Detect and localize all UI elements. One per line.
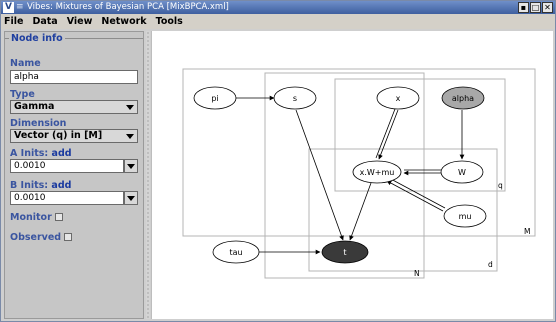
dimension-select-value: Vector (q) in [M] [14, 130, 103, 141]
chevron-down-icon [126, 105, 134, 110]
b-inits-label: B Inits: add [10, 180, 71, 191]
b-inits-add-link[interactable]: add [51, 180, 71, 191]
window-menu-icon[interactable]: ≡ [16, 1, 24, 14]
node-s-label: s [293, 94, 297, 103]
window-title: Vibes: Mixtures of Bayesian PCA [MixBPCA… [27, 2, 229, 12]
menu-file[interactable]: File [4, 16, 23, 27]
node-mu-label: mu [459, 212, 472, 221]
chevron-down-icon [127, 164, 135, 169]
monitor-row: Monitor [10, 212, 63, 223]
network-canvas[interactable]: M N q d pi s x alpha x.W+mu W mu tau t [151, 31, 553, 319]
name-field[interactable]: alpha [10, 70, 138, 84]
node-t-label: t [343, 248, 346, 257]
network-graph: M N q d pi s x alpha x.W+mu W mu tau t [182, 68, 536, 279]
panel-splitter[interactable] [146, 31, 150, 319]
plate-q-label: q [498, 181, 503, 190]
node-x-label: x [396, 94, 401, 103]
edge-x-xwmu-b [378, 109, 399, 160]
b-inits-field[interactable]: 0.0010 [10, 191, 124, 205]
observed-row: Observed [10, 232, 73, 243]
menu-tools[interactable]: Tools [156, 16, 183, 27]
menu-network[interactable]: Network [101, 16, 146, 27]
a-inits-dropdown-button[interactable] [124, 159, 138, 173]
node-info-panel: Node info Name alpha Type Gamma Dimensio… [4, 31, 144, 319]
title-bar: V ≡ Vibes: Mixtures of Bayesian PCA [Mix… [1, 1, 555, 14]
app-icon[interactable]: V [3, 2, 14, 13]
a-inits-combo[interactable]: 0.0010 [10, 159, 138, 173]
dimension-select[interactable]: Vector (q) in [M] [10, 129, 138, 143]
observed-label: Observed [10, 232, 62, 243]
type-select[interactable]: Gamma [10, 100, 138, 114]
monitor-checkbox[interactable] [54, 213, 63, 221]
node-w-label: W [458, 168, 466, 177]
node-tau-label: tau [229, 248, 242, 257]
a-inits-label: A Inits: add [10, 148, 72, 159]
edge-s-t [295, 109, 344, 241]
edge-mu-xwmu-a [388, 177, 446, 209]
dimension-label: Dimension [10, 118, 67, 129]
node-pi-label: pi [211, 94, 218, 103]
menu-view[interactable]: View [67, 16, 93, 27]
app-window: V ≡ Vibes: Mixtures of Bayesian PCA [Mix… [0, 0, 556, 322]
node-xwmu-label: x.W+mu [360, 168, 395, 177]
minimize-button[interactable]: ▪ [518, 2, 529, 13]
window-controls: ▪ □ ✕ [518, 2, 553, 13]
close-button[interactable]: ✕ [542, 2, 553, 13]
menu-data[interactable]: Data [32, 16, 57, 27]
plate-n-label: N [414, 269, 420, 278]
node-info-title: Node info [9, 33, 65, 44]
type-select-value: Gamma [14, 101, 55, 112]
a-inits-field[interactable]: 0.0010 [10, 159, 124, 173]
b-inits-label-text: B Inits: [10, 180, 49, 191]
edge-mu-xwmu-b [386, 180, 444, 212]
a-inits-add-link[interactable]: add [52, 148, 72, 159]
monitor-label: Monitor [10, 212, 52, 223]
b-inits-dropdown-button[interactable] [124, 191, 138, 205]
type-label: Type [10, 89, 35, 100]
chevron-down-icon [126, 134, 134, 139]
name-label: Name [10, 58, 41, 69]
edge-x-xwmu-a [375, 108, 396, 159]
plate-m-label: M [524, 227, 530, 236]
edge-xwmu-t [349, 182, 372, 241]
b-inits-combo[interactable]: 0.0010 [10, 191, 138, 205]
observed-checkbox[interactable] [64, 233, 73, 241]
a-inits-label-text: A Inits: [10, 148, 49, 159]
chevron-down-icon [127, 196, 135, 201]
plate-d-label: d [488, 260, 493, 269]
node-alpha-label: alpha [452, 94, 474, 103]
maximize-button[interactable]: □ [530, 2, 541, 13]
menu-bar: File Data View Network Tools [1, 14, 555, 29]
